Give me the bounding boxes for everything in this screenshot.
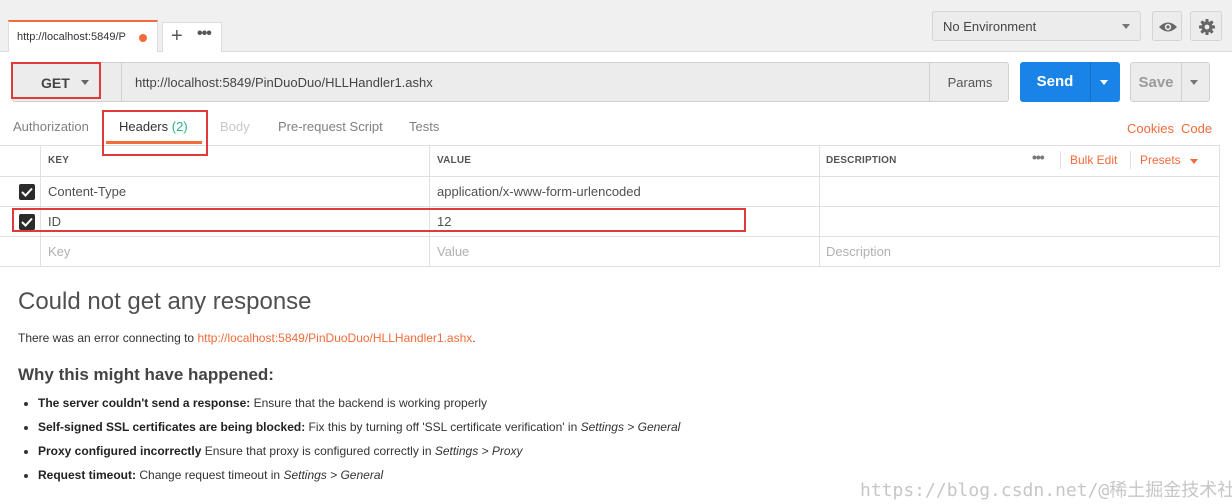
- params-button[interactable]: Params: [929, 62, 1009, 102]
- response-error-title: Could not get any response: [18, 288, 312, 315]
- reason-text: Change request timeout in: [136, 468, 284, 482]
- column-header-key: KEY: [48, 155, 70, 166]
- list-item: The server couldn't send a response: Ens…: [24, 396, 924, 420]
- code-link[interactable]: Code: [1181, 121, 1212, 136]
- reason-path: Settings > Proxy: [434, 444, 523, 458]
- tab-body[interactable]: Body: [220, 119, 250, 134]
- reason-text: Fix this by turning off 'SSL certificate…: [305, 420, 581, 434]
- list-item: Request timeout: Change request timeout …: [24, 468, 924, 492]
- row-checkbox[interactable]: [19, 184, 35, 200]
- reason-title: Request timeout:: [38, 468, 137, 482]
- presets-chevron-down-icon[interactable]: [1190, 159, 1198, 164]
- new-description-input[interactable]: Description: [826, 244, 891, 259]
- tab-tests[interactable]: Tests: [409, 119, 439, 134]
- header-value-cell[interactable]: application/x-www-form-urlencoded: [437, 184, 641, 199]
- tab-actions: + •••: [162, 22, 222, 52]
- presets-link[interactable]: Presets: [1140, 153, 1181, 167]
- tab-bar: http://localhost:5849/P + ••• No Environ…: [0, 0, 1232, 52]
- column-header-value: VALUE: [437, 155, 472, 166]
- reason-text: Ensure that proxy is configured correctl…: [201, 444, 435, 458]
- reason-path: Settings > General: [283, 468, 384, 482]
- gear-icon: [1199, 19, 1215, 35]
- bullet-icon: [24, 474, 28, 478]
- why-heading: Why this might have happened:: [18, 365, 274, 384]
- cookies-link[interactable]: Cookies: [1127, 121, 1174, 136]
- send-button[interactable]: Send: [1020, 62, 1120, 102]
- bulk-edit-link[interactable]: Bulk Edit: [1070, 153, 1117, 167]
- tab-more-icon[interactable]: •••: [197, 25, 212, 43]
- save-divider: [1181, 63, 1182, 101]
- environment-select[interactable]: No Environment: [932, 11, 1141, 41]
- send-divider: [1090, 62, 1091, 102]
- active-tab-indicator: [106, 141, 202, 144]
- method-label: GET: [41, 75, 70, 91]
- environment-label: No Environment: [943, 19, 1037, 34]
- list-item: Proxy configured incorrectly Ensure that…: [24, 444, 924, 468]
- list-item: Self-signed SSL certificates are being b…: [24, 420, 924, 444]
- new-key-input[interactable]: Key: [48, 244, 70, 259]
- params-label: Params: [947, 75, 993, 90]
- tab-prerequest-script[interactable]: Pre-request Script: [278, 119, 383, 134]
- watermark-text: https://blog.csdn.net/@稀土掘金技术社区: [860, 480, 1232, 501]
- reasons-list: The server couldn't send a response: Ens…: [24, 396, 924, 492]
- header-key-cell[interactable]: Content-Type: [48, 184, 126, 199]
- column-header-description: DESCRIPTION: [826, 155, 897, 166]
- error-prefix: There was an error connecting to: [18, 331, 198, 345]
- new-tab-plus-icon[interactable]: +: [171, 25, 183, 48]
- tab-headers-label: Headers: [119, 119, 169, 134]
- url-value: http://localhost:5849/PinDuoDuo/HLLHandl…: [135, 75, 433, 90]
- unsaved-dot-icon: [139, 34, 147, 42]
- method-select[interactable]: GET: [12, 62, 122, 102]
- chevron-down-icon: [81, 80, 89, 85]
- save-options-chevron-icon[interactable]: [1190, 80, 1198, 85]
- error-suffix: .: [472, 331, 476, 345]
- reason-title: Proxy configured incorrectly: [38, 444, 202, 458]
- bullet-icon: [24, 450, 28, 454]
- request-tab[interactable]: http://localhost:5849/P: [8, 20, 158, 52]
- reason-title: Self-signed SSL certificates are being b…: [38, 420, 306, 434]
- checkmark-icon: [21, 187, 33, 197]
- row-checkbox[interactable]: [19, 214, 35, 230]
- reason-title: The server couldn't send a response:: [38, 396, 251, 410]
- tab-headers[interactable]: Headers (2): [119, 119, 188, 134]
- eye-icon: [1159, 22, 1177, 32]
- save-label: Save: [1138, 74, 1174, 91]
- tab-authorization[interactable]: Authorization: [13, 119, 89, 134]
- send-options-chevron-icon[interactable]: [1100, 80, 1108, 85]
- bullet-icon: [24, 426, 28, 430]
- error-url-link[interactable]: http://localhost:5849/PinDuoDuo/HLLHandl…: [197, 331, 472, 345]
- headers-count-badge: (2): [171, 119, 188, 134]
- header-key-cell[interactable]: ID: [48, 214, 61, 229]
- checkmark-icon: [21, 217, 33, 227]
- environment-quick-look-button[interactable]: [1152, 11, 1182, 41]
- send-label: Send: [1036, 73, 1074, 90]
- new-value-input[interactable]: Value: [437, 244, 469, 259]
- request-tab-label: http://localhost:5849/P: [17, 31, 126, 43]
- chevron-down-icon: [1122, 24, 1130, 29]
- manage-environments-button[interactable]: [1190, 11, 1222, 41]
- url-input[interactable]: http://localhost:5849/PinDuoDuo/HLLHandl…: [122, 62, 930, 102]
- bullet-icon: [24, 402, 28, 406]
- reason-text: Ensure that the backend is working prope…: [250, 396, 488, 410]
- reason-path: Settings > General: [580, 420, 681, 434]
- save-button[interactable]: Save: [1130, 62, 1210, 102]
- more-options-icon[interactable]: •••: [1032, 149, 1045, 165]
- headers-table: KEY VALUE DESCRIPTION ••• Bulk Edit Pres…: [0, 145, 1220, 267]
- response-error-message: There was an error connecting to http://…: [18, 331, 476, 345]
- header-value-cell[interactable]: 12: [437, 214, 451, 229]
